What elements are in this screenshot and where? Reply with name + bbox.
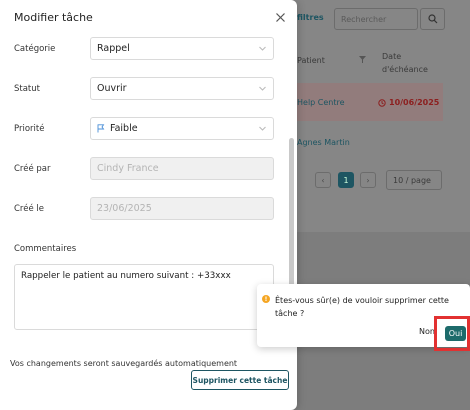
created-on-label: Créé le (14, 204, 44, 214)
row-due-date: 10/06/2025 (378, 98, 439, 107)
created-by-field: Cindy France (90, 157, 274, 180)
category-value: Rappel (97, 43, 130, 54)
clock-icon (378, 98, 386, 107)
created-by-value: Cindy France (97, 163, 159, 174)
due-date-text: 10/06/2025 (389, 98, 440, 107)
status-select[interactable]: Ouvrir (90, 77, 274, 100)
category-select[interactable]: Rappel (90, 37, 274, 60)
category-label: Catégorie (14, 44, 56, 54)
column-header-patient: Patient (297, 56, 325, 65)
close-icon[interactable] (276, 11, 285, 25)
flag-icon (97, 124, 105, 133)
warning-icon: ! (262, 295, 270, 303)
delete-task-button[interactable]: Supprimer cette tâche (191, 370, 289, 390)
priority-label: Priorité (14, 124, 45, 134)
modal-title: Modifier tâche (14, 11, 93, 24)
search-button[interactable] (420, 8, 445, 30)
page-size-select[interactable]: 10 / page (386, 170, 442, 190)
comments-textarea[interactable]: Rappeler le patient au numero suivant : … (14, 264, 274, 330)
row-patient: Help Centre (297, 98, 345, 107)
priority-value: Faible (110, 123, 138, 134)
chevron-down-icon (259, 126, 266, 131)
column-header-date: Date d'échéance (382, 52, 428, 74)
filters-link[interactable]: filtres (297, 13, 324, 22)
pagination-prev-button[interactable]: ‹ (315, 172, 331, 188)
created-on-value: 23/06/2025 (97, 203, 152, 214)
highlight-box (434, 316, 470, 351)
pagination-next-button[interactable]: › (360, 172, 376, 188)
scrollbar[interactable] (289, 138, 294, 302)
chevron-down-icon (259, 86, 266, 91)
priority-select[interactable]: Faible (90, 117, 274, 140)
row-patient: Agnes Martin (297, 138, 350, 147)
comments-label: Commentaires (14, 244, 77, 254)
cancel-button[interactable]: Non (419, 327, 435, 341)
status-value: Ouvrir (97, 83, 127, 94)
chevron-down-icon (259, 46, 266, 51)
status-label: Statut (14, 84, 40, 94)
filter-icon[interactable] (359, 56, 366, 66)
created-by-label: Créé par (14, 164, 51, 174)
search-input[interactable]: Rechercher (334, 8, 418, 30)
pagination-page[interactable]: 1 (338, 172, 354, 188)
search-icon (427, 14, 437, 24)
autosave-note: Vos changements seront sauvegardés autom… (10, 359, 238, 368)
created-on-field: 23/06/2025 (90, 197, 274, 220)
